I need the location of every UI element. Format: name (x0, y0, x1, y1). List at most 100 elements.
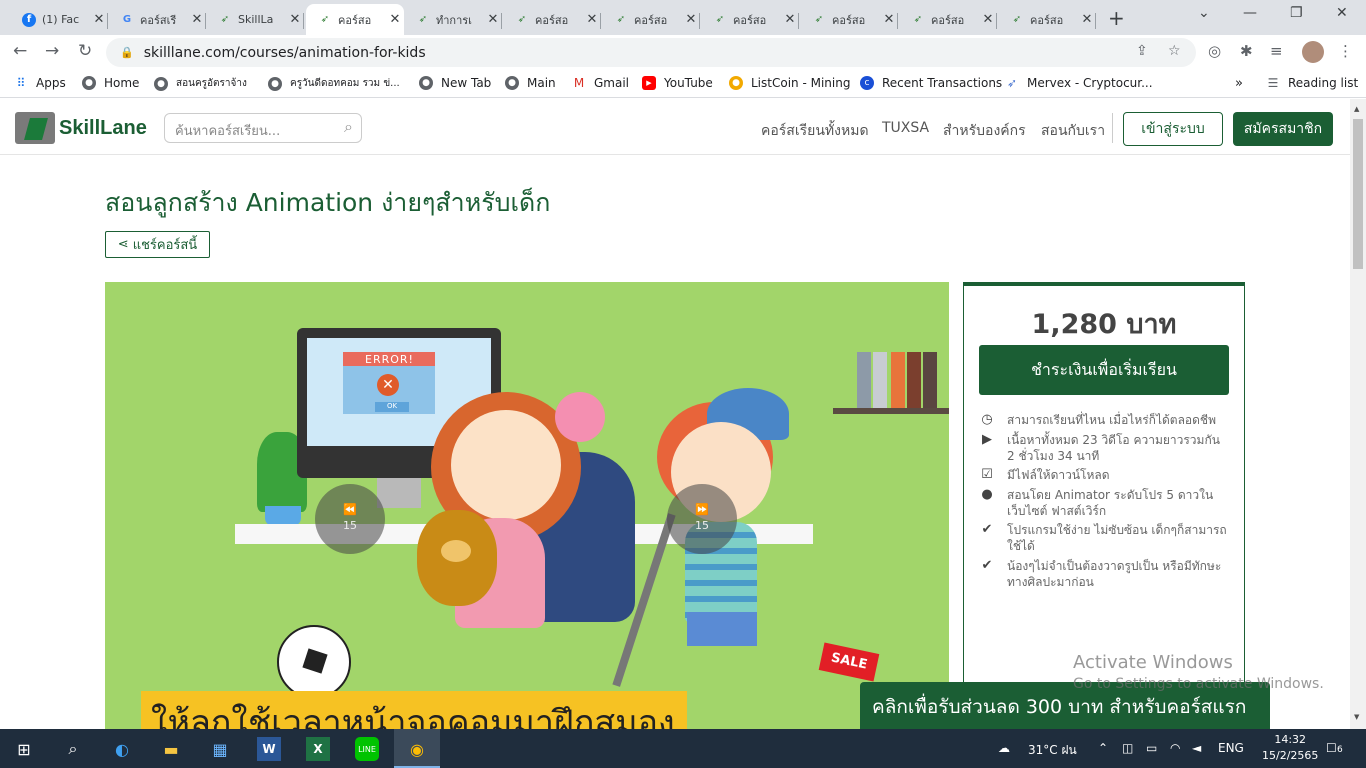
address-bar[interactable]: 🔒 skilllane.com/courses/animation-for-ki… (106, 38, 1196, 67)
line-icon[interactable]: LINE (355, 737, 379, 761)
nav-all-courses[interactable]: คอร์สเรียนทั้งหมด (761, 120, 869, 142)
minimize-icon[interactable]: — (1243, 5, 1257, 21)
scroll-up-arrow-icon[interactable]: ▲ (1354, 105, 1359, 113)
tray-chevron-icon[interactable]: ⌃ (1098, 741, 1108, 755)
gmail-icon: M (573, 76, 585, 90)
forward-seconds: 15 (695, 519, 709, 532)
pay-to-start-button[interactable]: ชำระเงินเพื่อเริ่มเรียน (979, 345, 1229, 395)
wifi-icon[interactable]: ◠ (1170, 741, 1180, 755)
microsoft-store-icon[interactable]: ▦ (208, 737, 232, 761)
back-arrow-icon[interactable]: ← (13, 41, 27, 61)
close-icon[interactable]: ✕ (979, 12, 997, 27)
bookmark-youtube[interactable]: ▶ YouTube (642, 76, 713, 90)
bookmark-item[interactable]: ● Main (505, 76, 556, 90)
close-icon[interactable]: ✕ (1078, 12, 1096, 27)
bookmark-item[interactable]: ● ครูวันดีดอทคอม รวม ข่... (268, 76, 400, 91)
forward-15-button[interactable]: ⏩ 15 (667, 484, 737, 554)
rewind-15-button[interactable]: ⏪ 15 (315, 484, 385, 554)
forward-arrow-icon[interactable]: → (45, 41, 59, 61)
puzzle-extensions-icon[interactable]: ✱ (1240, 42, 1253, 60)
close-icon[interactable]: ✕ (286, 12, 304, 27)
user-icon: ● (981, 487, 993, 502)
course-title: สอนลูกสร้าง Animation ง่ายๆสำหรับเด็ก (105, 188, 551, 217)
browser-tab[interactable]: ➶ คอร์สอ ✕ (899, 4, 997, 35)
close-icon[interactable]: ✕ (188, 12, 206, 27)
error-label: ERROR! (365, 353, 414, 366)
bookmark-star-icon[interactable]: ☆ (1168, 43, 1181, 59)
skilllane-logo[interactable]: SkillLane (15, 112, 147, 144)
bookmark-home[interactable]: ● Home (82, 76, 139, 90)
bookmark-label: Gmail (594, 76, 630, 90)
bookmark-apps[interactable]: ⠿ Apps (14, 76, 66, 90)
word-icon[interactable]: W (257, 737, 281, 761)
bookmark-item[interactable]: ● New Tab (419, 76, 491, 90)
browser-tab[interactable]: G คอร์สเรี ✕ (108, 4, 206, 35)
input-language[interactable]: ENG (1218, 741, 1244, 755)
extension-circle-icon[interactable]: ◎ (1208, 42, 1221, 60)
media-queue-icon[interactable]: ≡ (1270, 42, 1283, 60)
nav-tuxsa[interactable]: TUXSA (882, 120, 929, 136)
close-icon[interactable]: ✕ (781, 12, 799, 27)
browser-tab[interactable]: ➶ คอร์สอ ✕ (701, 4, 799, 35)
weather-text[interactable]: 31°C ฝน (1028, 741, 1077, 760)
browser-tab[interactable]: ➶ คอร์สอ ✕ (998, 4, 1096, 35)
scroll-down-arrow-icon[interactable]: ▼ (1354, 713, 1359, 721)
nav-for-business[interactable]: สำหรับองค์กร (943, 120, 1026, 142)
close-icon[interactable]: ✕ (90, 12, 108, 27)
bookmark-listcoin[interactable]: ● ListCoin - Mining (729, 76, 850, 90)
battery-icon[interactable]: ▭ (1146, 741, 1157, 755)
excel-icon[interactable]: X (306, 737, 330, 761)
nav-teach-with-us[interactable]: สอนกับเรา (1041, 120, 1105, 142)
edge-icon[interactable]: ◐ (110, 737, 134, 761)
login-button[interactable]: เข้าสู่ระบบ (1123, 112, 1223, 146)
bookmark-gmail[interactable]: M Gmail (572, 76, 629, 90)
notification-center-icon[interactable]: ☐ (1326, 741, 1337, 755)
search-icon[interactable]: ⌕ (344, 117, 353, 137)
share-icon[interactable]: ⇪ (1136, 43, 1148, 59)
skilllane-icon: ➶ (913, 14, 923, 25)
profile-avatar[interactable] (1302, 41, 1324, 63)
close-icon[interactable]: ✕ (484, 12, 502, 27)
signup-button[interactable]: สมัครสมาชิก (1233, 112, 1333, 146)
search-icon[interactable]: ⌕ (61, 737, 85, 761)
volume-icon[interactable]: ◄ (1192, 741, 1201, 755)
reading-list[interactable]: ☰ Reading list (1266, 76, 1359, 90)
course-search-input[interactable]: ค้นหาคอร์สเรียน... ⌕ (164, 113, 362, 143)
browser-tab[interactable]: ➶ คอร์สอ ✕ (503, 4, 601, 35)
weather-icon[interactable]: ☁ (998, 741, 1010, 755)
close-icon[interactable]: ✕ (386, 12, 404, 27)
system-clock[interactable]: 14:32 15/2/2565 (1262, 732, 1318, 764)
file-explorer-icon[interactable]: ▬ (159, 737, 183, 761)
logo-text: SkillLane (59, 116, 147, 139)
browser-tab[interactable]: ➶ คอร์สอ ✕ (602, 4, 700, 35)
reload-icon[interactable]: ↻ (78, 41, 92, 61)
browser-tab-active[interactable]: ➶ คอร์สอ ✕ (306, 4, 404, 35)
browser-tab[interactable]: ➶ คอร์สอ ✕ (800, 4, 898, 35)
tab-search-chevron-icon[interactable]: ⌄ (1198, 5, 1210, 21)
meet-now-icon[interactable]: ◫ (1122, 741, 1133, 755)
share-course-button[interactable]: ⋖ แชร์คอร์สนี้ (105, 231, 210, 258)
close-icon[interactable]: ✕ (583, 12, 601, 27)
browser-tab[interactable]: f (1) Fac ✕ (10, 4, 108, 35)
close-icon[interactable]: ✕ (682, 12, 700, 27)
feature-item: ✔ โปรแกรมใช้ง่าย ไม่ซับซ้อน เด็กๆก็สามาร… (979, 522, 1231, 554)
scrollbar-thumb[interactable] (1353, 119, 1363, 269)
bookmark-recent-transactions[interactable]: c Recent Transactions (860, 76, 1002, 90)
new-tab-plus-icon[interactable]: + (1108, 6, 1125, 30)
restore-icon[interactable]: ❐ (1290, 5, 1303, 21)
course-preview-video[interactable]: ERROR! ✕ OK ⏪ 15 ⏩ 15 ให้ลูกใช้เวลาหน้าจ… (105, 282, 949, 729)
feature-item: ✔ น้องๆไม่จำเป็นต้องวาดรูปเป็น หรือมีทัก… (979, 558, 1231, 590)
bookmark-mervex[interactable]: ➶ Mervex - Cryptocur... (1005, 76, 1153, 90)
close-icon[interactable]: ✕ (880, 12, 898, 27)
kebab-menu-icon[interactable]: ⋮ (1338, 42, 1353, 60)
more-bookmarks-chevron-icon[interactable]: » (1235, 76, 1243, 91)
window-close-icon[interactable]: ✕ (1336, 5, 1348, 21)
browser-tab[interactable]: ➶ SkillLa ✕ (206, 4, 304, 35)
bookmark-label: Recent Transactions (882, 76, 1003, 90)
skilllane-icon: ➶ (1012, 14, 1022, 25)
windows-start-icon[interactable]: ⊞ (12, 737, 36, 761)
bookmark-item[interactable]: ● สอนครูอัตราจ้าง (154, 76, 247, 91)
chrome-icon[interactable]: ◉ (405, 737, 429, 761)
browser-tab[interactable]: ➶ ทำการเ ✕ (404, 4, 502, 35)
page-scrollbar[interactable]: ▲ ▼ (1350, 99, 1366, 729)
